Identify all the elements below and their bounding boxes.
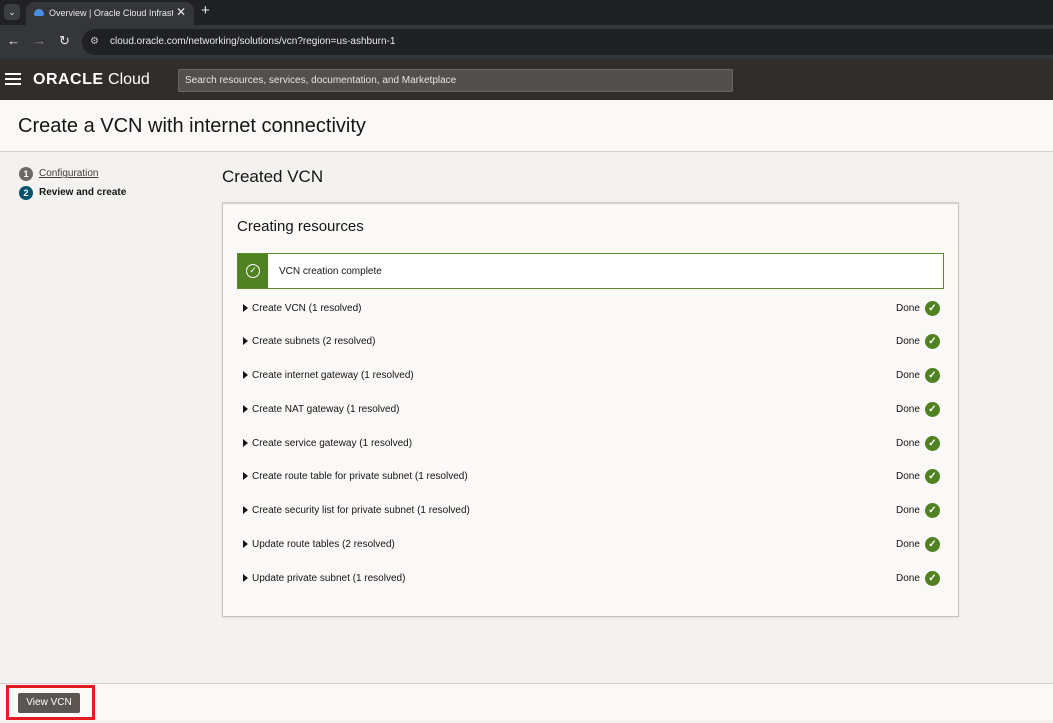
check-icon: ✓: [925, 436, 940, 451]
expand-caret-icon[interactable]: [243, 304, 248, 312]
search-input[interactable]: Search resources, services, documentatio…: [178, 69, 733, 92]
success-banner: ✓ VCN creation complete: [237, 253, 944, 289]
expand-caret-icon[interactable]: [243, 405, 248, 413]
tab-close-icon[interactable]: ✕: [176, 5, 186, 19]
search-placeholder: Search resources, services, documentatio…: [185, 75, 457, 86]
task-status: Done: [896, 438, 920, 449]
check-icon: ✓: [925, 368, 940, 383]
section-title: Created VCN: [222, 167, 324, 186]
task-row[interactable]: Create subnets (2 resolved) Done ✓: [243, 334, 943, 350]
task-label[interactable]: Create VCN (1 resolved): [252, 303, 361, 315]
reload-icon[interactable]: ↻: [59, 34, 70, 48]
expand-caret-icon[interactable]: [243, 439, 248, 447]
check-icon: ✓: [925, 537, 940, 552]
check-icon: ✓: [925, 571, 940, 586]
url-text[interactable]: cloud.oracle.com/networking/solutions/vc…: [110, 36, 395, 48]
step-number: 2: [19, 186, 33, 200]
task-label[interactable]: Create NAT gateway (1 resolved): [252, 404, 399, 416]
oracle-cloud-favicon-icon: [34, 9, 44, 16]
console-header: ORACLE Cloud Search resources, services,…: [0, 59, 1053, 100]
task-label[interactable]: Update route tables (2 resolved): [252, 539, 395, 551]
task-label[interactable]: Create internet gateway (1 resolved): [252, 370, 414, 382]
task-status: Done: [896, 573, 920, 584]
tab-list-dropdown-icon[interactable]: ⌄: [4, 4, 20, 20]
forward-arrow-icon[interactable]: →: [33, 34, 46, 48]
creating-resources-card: Creating resources ✓ VCN creation comple…: [222, 202, 959, 617]
browser-tab[interactable]: Overview | Oracle Cloud Infrastructure ✕: [26, 2, 194, 25]
task-label[interactable]: Create subnets (2 resolved): [252, 336, 375, 348]
task-status: Done: [896, 471, 920, 482]
oracle-cloud-logo[interactable]: ORACLE Cloud: [33, 71, 150, 89]
task-row[interactable]: Create NAT gateway (1 resolved) Done ✓: [243, 402, 943, 418]
banner-text: VCN creation complete: [279, 266, 382, 277]
step-label: Review and create: [39, 187, 127, 198]
task-row[interactable]: Update private subnet (1 resolved) Done …: [243, 571, 943, 587]
task-row[interactable]: Create security list for private subnet …: [243, 503, 943, 519]
highlight-box: [6, 685, 95, 720]
task-label[interactable]: Create security list for private subnet …: [252, 505, 470, 517]
site-info-icon[interactable]: ⚙: [90, 36, 99, 48]
expand-caret-icon[interactable]: [243, 506, 248, 514]
tab-title: Overview | Oracle Cloud Infrastructure: [49, 8, 173, 18]
expand-caret-icon[interactable]: [243, 337, 248, 345]
new-tab-icon[interactable]: +: [201, 3, 210, 19]
task-row[interactable]: Create service gateway (1 resolved) Done…: [243, 436, 943, 452]
task-status: Done: [896, 370, 920, 381]
task-label[interactable]: Update private subnet (1 resolved): [252, 573, 405, 585]
check-circle-icon: ✓: [246, 264, 260, 278]
logo-brand: ORACLE: [33, 71, 104, 88]
task-row[interactable]: Create internet gateway (1 resolved) Don…: [243, 368, 943, 384]
check-icon: ✓: [925, 301, 940, 316]
logo-product: Cloud: [108, 71, 150, 88]
browser-address-bar: ← → ↻ ⚙ cloud.oracle.com/networking/solu…: [0, 25, 1053, 59]
browser-tab-bar: ⌄ Overview | Oracle Cloud Infrastructure…: [0, 0, 1053, 25]
task-row[interactable]: Create VCN (1 resolved) Done ✓: [243, 301, 943, 317]
task-status: Done: [896, 303, 920, 314]
expand-caret-icon[interactable]: [243, 371, 248, 379]
hamburger-menu-icon[interactable]: [5, 73, 21, 85]
task-status: Done: [896, 505, 920, 516]
card-title: Creating resources: [237, 218, 364, 235]
check-icon: ✓: [925, 503, 940, 518]
check-icon: ✓: [925, 402, 940, 417]
url-field[interactable]: ⚙ cloud.oracle.com/networking/solutions/…: [82, 29, 1053, 55]
task-status: Done: [896, 539, 920, 550]
page-title-bar: Create a VCN with internet connectivity: [0, 100, 1053, 152]
expand-caret-icon[interactable]: [243, 472, 248, 480]
check-icon: ✓: [925, 334, 940, 349]
step-number: 1: [19, 167, 33, 181]
page-footer: View VCN: [0, 683, 1053, 720]
task-row[interactable]: Create route table for private subnet (1…: [243, 469, 943, 485]
expand-caret-icon[interactable]: [243, 574, 248, 582]
banner-icon-container: ✓: [238, 254, 268, 288]
task-label[interactable]: Create service gateway (1 resolved): [252, 438, 412, 450]
task-status: Done: [896, 336, 920, 347]
step-label[interactable]: Configuration: [39, 168, 98, 180]
task-status: Done: [896, 404, 920, 415]
task-row[interactable]: Update route tables (2 resolved) Done ✓: [243, 537, 943, 553]
expand-caret-icon[interactable]: [243, 540, 248, 548]
task-label[interactable]: Create route table for private subnet (1…: [252, 471, 468, 483]
page-title: Create a VCN with internet connectivity: [18, 115, 366, 137]
back-arrow-icon[interactable]: ←: [7, 34, 20, 48]
check-icon: ✓: [925, 469, 940, 484]
